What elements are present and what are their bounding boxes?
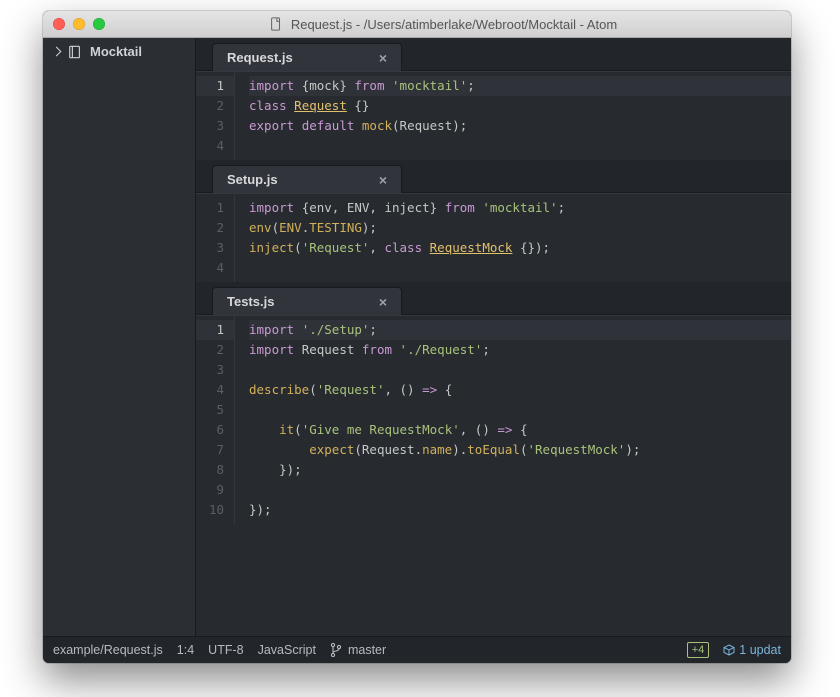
code-line[interactable]: import {mock} from 'mocktail'; (249, 76, 791, 96)
traffic-lights (53, 18, 105, 30)
code-line[interactable]: import Request from './Request'; (249, 340, 791, 360)
code-line[interactable] (249, 360, 791, 380)
line-number[interactable]: 5 (196, 400, 224, 420)
line-number[interactable]: 7 (196, 440, 224, 460)
line-number[interactable]: 4 (196, 380, 224, 400)
code-line[interactable]: }); (249, 460, 791, 480)
updates-text: 1 updat (739, 643, 781, 657)
code-line[interactable] (249, 480, 791, 500)
editor-pane: Tests.js×12345678910import './Setup';imp… (196, 282, 791, 524)
status-encoding[interactable]: UTF-8 (208, 643, 243, 657)
line-number[interactable]: 1 (196, 198, 224, 218)
code-line[interactable]: it('Give me RequestMock', () => { (249, 420, 791, 440)
file-icon (269, 17, 283, 31)
project-name: Mocktail (90, 44, 142, 59)
text-editor[interactable]: 1234 import {env, ENV, inject} from 'mock… (196, 193, 791, 282)
editor-panes: Request.js×1234import {mock} from 'mockt… (196, 38, 791, 636)
code-line[interactable] (249, 400, 791, 420)
status-grammar[interactable]: JavaScript (258, 643, 316, 657)
tab-bar[interactable]: Setup.js × (196, 160, 791, 193)
close-icon[interactable]: × (379, 51, 387, 65)
project-root-row[interactable]: Mocktail (43, 38, 195, 65)
status-git-branch[interactable]: master (330, 643, 386, 657)
package-icon (723, 644, 735, 656)
line-number[interactable]: 3 (196, 360, 224, 380)
text-editor[interactable]: 1234import {mock} from 'mocktail';class … (196, 71, 791, 160)
status-git-diff[interactable]: +4 (687, 642, 710, 658)
tab-label: Tests.js (227, 294, 274, 309)
close-window-button[interactable] (53, 18, 65, 30)
tab-bar[interactable]: Request.js × (196, 38, 791, 71)
line-number[interactable]: 2 (196, 218, 224, 238)
line-number[interactable]: 3 (196, 116, 224, 136)
code-line[interactable]: export default mock(Request); (249, 116, 791, 136)
gutter[interactable]: 1234 (196, 194, 235, 282)
gutter[interactable]: 1234 (196, 72, 235, 160)
tab[interactable]: Setup.js × (212, 165, 402, 193)
code-line[interactable]: env(ENV.TESTING); (249, 218, 791, 238)
line-number[interactable]: 9 (196, 480, 224, 500)
status-cursor-position[interactable]: 1:4 (177, 643, 194, 657)
tree-view-sidebar[interactable]: Mocktail (43, 38, 196, 636)
gutter[interactable]: 12345678910 (196, 316, 235, 524)
code-area[interactable]: import {mock} from 'mocktail';class Requ… (235, 72, 791, 160)
line-number[interactable]: 2 (196, 96, 224, 116)
titlebar[interactable]: Request.js - /Users/atimberlake/Webroot/… (43, 11, 791, 38)
code-line[interactable]: class Request {} (249, 96, 791, 116)
tab-bar[interactable]: Tests.js × (196, 282, 791, 315)
editor-pane: Request.js×1234import {mock} from 'mockt… (196, 38, 791, 160)
status-updates[interactable]: 1 updat (723, 643, 781, 657)
git-diff-text: +4 (692, 643, 705, 657)
code-line[interactable]: expect(Request.name).toEqual('RequestMoc… (249, 440, 791, 460)
code-area[interactable]: import {env, ENV, inject} from 'mocktail… (235, 194, 791, 282)
line-number[interactable]: 1 (196, 320, 234, 340)
editor-pane: Setup.js × 1234 import {env, ENV, inject} f… (196, 160, 791, 282)
line-number[interactable]: 10 (196, 500, 224, 520)
status-bar: example/Request.js 1:4 UTF-8 JavaScript … (43, 636, 791, 663)
tab[interactable]: Request.js × (212, 43, 402, 71)
text-editor[interactable]: 12345678910import './Setup';import Reque… (196, 315, 791, 524)
repo-icon (68, 45, 82, 59)
git-branch-icon (330, 643, 342, 657)
app-window: Request.js - /Users/atimberlake/Webroot/… (43, 11, 791, 663)
line-number[interactable]: 8 (196, 460, 224, 480)
tab-label: Request.js (227, 50, 293, 65)
code-line[interactable]: }); (249, 500, 791, 520)
code-line[interactable] (249, 136, 791, 156)
line-number[interactable]: 4 (196, 136, 224, 156)
tab-label: Setup.js (227, 172, 278, 187)
code-line[interactable]: import {env, ENV, inject} from 'mocktail… (249, 198, 791, 218)
line-number[interactable]: 1 (196, 76, 234, 96)
window-title: Request.js - /Users/atimberlake/Webroot/… (291, 17, 617, 32)
line-number[interactable]: 3 (196, 238, 224, 258)
zoom-window-button[interactable] (93, 18, 105, 30)
code-area[interactable]: import './Setup';import Request from './… (235, 316, 791, 524)
close-icon[interactable]: × (379, 173, 387, 187)
chevron-right-icon (52, 47, 62, 57)
code-line[interactable]: inject('Request', class RequestMock {}); (249, 238, 791, 258)
status-file-path[interactable]: example/Request.js (53, 643, 163, 657)
line-number[interactable]: 2 (196, 340, 224, 360)
line-number[interactable]: 4 (196, 258, 224, 278)
line-number[interactable]: 6 (196, 420, 224, 440)
window-title-group: Request.js - /Users/atimberlake/Webroot/… (105, 17, 781, 32)
minimize-window-button[interactable] (73, 18, 85, 30)
code-line[interactable]: import './Setup'; (249, 320, 791, 340)
branch-name: master (348, 643, 386, 657)
code-line[interactable]: describe('Request', () => { (249, 380, 791, 400)
tab[interactable]: Tests.js × (212, 287, 402, 315)
close-icon[interactable]: × (379, 295, 387, 309)
code-line[interactable] (249, 258, 791, 278)
